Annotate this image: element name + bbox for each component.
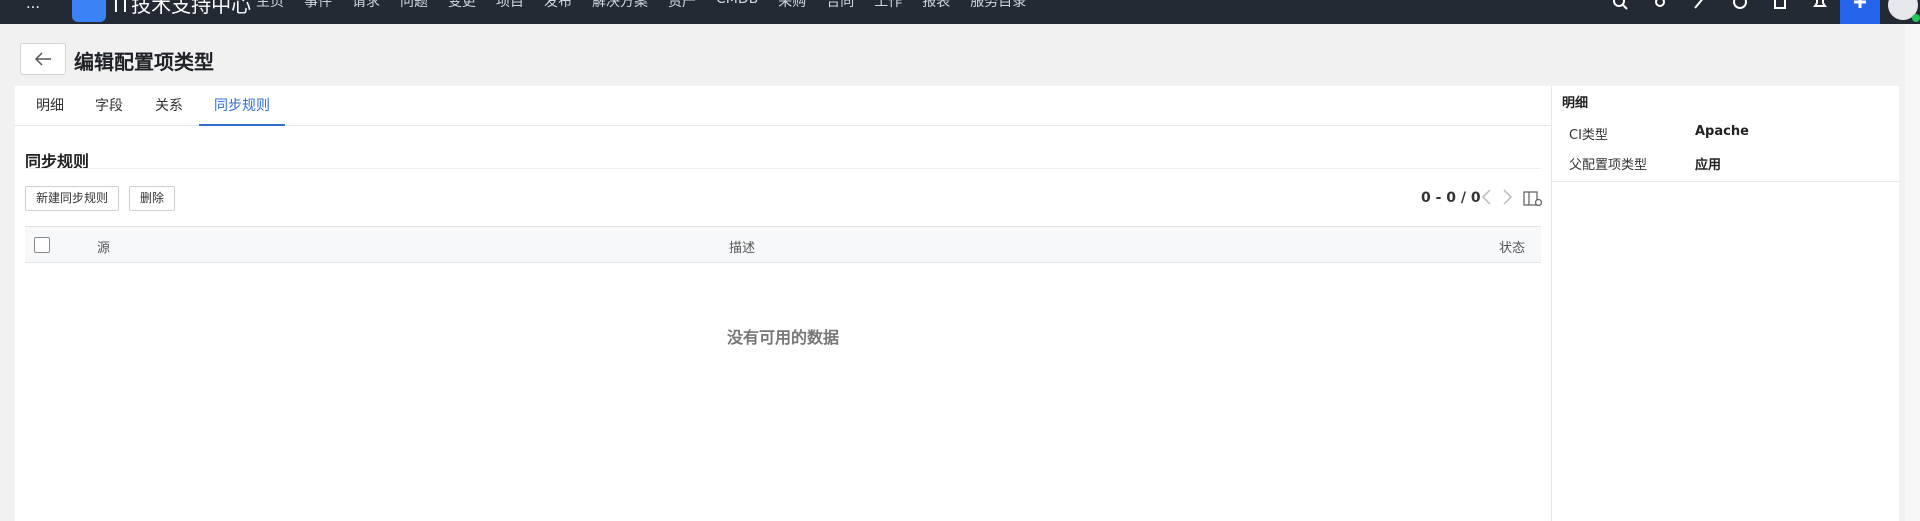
page-scrollbar[interactable] <box>1905 24 1920 521</box>
nav-item[interactable]: 事件 <box>304 0 332 11</box>
settings-button[interactable] <box>1640 0 1680 24</box>
chevron-right-icon[interactable] <box>1500 188 1514 206</box>
app-title[interactable]: IT技术支持中心 <box>113 0 251 18</box>
section-divider <box>25 168 1541 169</box>
top-bar: … IT技术支持中心 主页 事件 请求 问题 变更 项目 发布 解决方案 资产 … <box>0 0 1920 24</box>
tab-sync-rules[interactable]: 同步规则 <box>199 86 285 126</box>
send-button[interactable] <box>1680 0 1720 24</box>
search-button[interactable] <box>1600 0 1640 24</box>
tab-fields[interactable]: 字段 <box>84 86 134 126</box>
nav-item[interactable]: 采购 <box>778 0 806 11</box>
tab-details[interactable]: 明细 <box>25 86 75 126</box>
nav-item[interactable]: 变更 <box>448 0 476 11</box>
pagination-count: 0 - 0 / 0 <box>1421 190 1481 206</box>
detail-label-ci-type: CI类型 <box>1569 128 1608 143</box>
detail-title: 明细 <box>1562 96 1589 111</box>
notifications-button[interactable] <box>1800 0 1840 24</box>
detail-divider <box>1552 181 1900 182</box>
column-settings-icon[interactable] <box>1523 190 1543 208</box>
history-icon <box>1733 0 1747 9</box>
nav-item[interactable]: 合同 <box>826 0 854 11</box>
tab-bar: 明细 字段 关系 同步规则 <box>15 86 1551 126</box>
back-button[interactable] <box>20 43 66 75</box>
send-icon <box>1694 0 1703 9</box>
detail-value-parent-type: 应用 <box>1695 158 1722 173</box>
table-header: 源 描述 状态 <box>25 226 1541 263</box>
detail-label-parent-type: 父配置项类型 <box>1569 158 1648 173</box>
page-title: 编辑配置项类型 <box>74 50 214 74</box>
nav-item[interactable]: 发布 <box>544 0 572 11</box>
empty-state-message: 没有可用的数据 <box>726 328 839 347</box>
delete-button[interactable]: 删除 <box>129 186 175 211</box>
column-header-source[interactable]: 源 <box>97 237 110 256</box>
app-logo[interactable] <box>72 0 106 22</box>
arrow-left-icon <box>34 52 51 66</box>
column-header-status[interactable]: 状态 <box>1499 237 1525 256</box>
tab-relations[interactable]: 关系 <box>144 86 194 126</box>
nav-item[interactable]: 解决方案 <box>592 0 648 11</box>
chevron-left-icon[interactable] <box>1480 188 1494 206</box>
top-bar-actions <box>1600 0 1920 24</box>
main-panel: 明细 字段 关系 同步规则 同步规则 新建同步规则 删除 0 - 0 / 0 源… <box>15 86 1551 521</box>
nav-item[interactable]: 主页 <box>256 0 284 11</box>
add-button[interactable] <box>1840 0 1880 24</box>
settings-icon <box>1655 0 1665 7</box>
column-header-description[interactable]: 描述 <box>729 237 755 256</box>
nav-item[interactable]: 报表 <box>922 0 950 11</box>
edit-button[interactable] <box>1760 0 1800 24</box>
edit-icon <box>1774 0 1786 9</box>
search-icon <box>1613 0 1628 10</box>
nav-item[interactable]: CMDB <box>716 0 758 11</box>
nav-item[interactable]: 项目 <box>496 0 524 11</box>
nav-item[interactable]: 资产 <box>668 0 696 11</box>
app-menu-button[interactable]: … <box>26 0 41 12</box>
add-icon <box>1854 0 1866 8</box>
new-sync-rule-button[interactable]: 新建同步规则 <box>25 186 119 211</box>
bell-icon <box>1813 0 1827 7</box>
top-nav: 主页 事件 请求 问题 变更 项目 发布 解决方案 资产 CMDB 采购 合同 … <box>256 0 1046 11</box>
history-button[interactable] <box>1720 0 1760 24</box>
nav-item[interactable]: 服务目录 <box>970 0 1026 11</box>
nav-item[interactable]: 问题 <box>400 0 428 11</box>
detail-sidebar: 明细 CI类型 Apache 父配置项类型 应用 <box>1551 86 1900 521</box>
user-menu[interactable] <box>1880 0 1920 24</box>
nav-item[interactable]: 请求 <box>352 0 380 11</box>
detail-value-ci-type: Apache <box>1695 124 1749 139</box>
nav-item[interactable]: 工作 <box>874 0 902 11</box>
online-status-dot <box>1912 14 1920 22</box>
select-all-checkbox[interactable] <box>34 237 50 253</box>
